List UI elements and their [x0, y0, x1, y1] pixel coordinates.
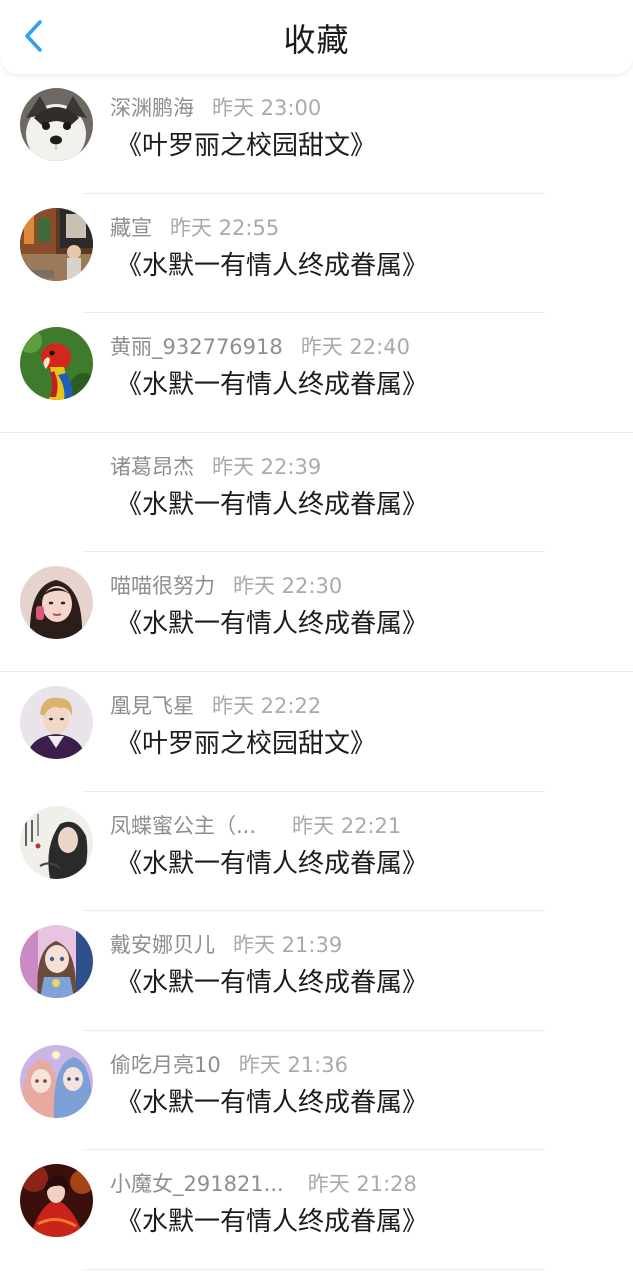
username[interactable]: 小魔女_291821...: [110, 1168, 284, 1198]
list-item[interactable]: 戴安娜贝儿 昨天 21:39 《水默一有情人终成眷属》: [0, 911, 633, 1031]
username[interactable]: 凤蝶蜜公主（...: [110, 810, 256, 840]
item-meta: 偷吃月亮10 昨天 21:36: [110, 1049, 348, 1079]
list-item[interactable]: 诸葛昂杰 昨天 22:39 《水默一有情人终成眷属》: [0, 433, 633, 553]
book-title[interactable]: 《水默一有情人终成眷属》: [116, 1085, 428, 1121]
girl-portrait-avatar[interactable]: [20, 566, 93, 640]
item-meta: 黄丽_932776918 昨天 22:40: [110, 331, 410, 361]
item-meta: 凰見飞星 昨天 22:22: [110, 690, 321, 720]
book-title[interactable]: 《水默一有情人终成眷属》: [116, 846, 428, 882]
timestamp: 昨天 22:39: [212, 454, 322, 479]
timestamp: 昨天 22:55: [170, 215, 280, 240]
timestamp: 昨天 22:22: [212, 693, 322, 718]
boy-portrait-avatar[interactable]: [20, 685, 93, 759]
item-meta: 戴安娜贝儿 昨天 21:39: [110, 929, 342, 959]
username[interactable]: 喵喵很努力: [110, 570, 215, 600]
book-title[interactable]: 《水默一有情人终成眷属》: [116, 606, 428, 642]
book-title[interactable]: 《水默一有情人终成眷属》: [116, 248, 428, 284]
list-item[interactable]: 小魔女_291821... 昨天 21:28 《水默一有情人终成眷属》: [0, 1150, 633, 1270]
page-title: 收藏: [283, 21, 350, 59]
username[interactable]: 戴安娜贝儿: [110, 929, 215, 959]
list-item[interactable]: 凰見飞星 昨天 22:22 《叶罗丽之校园甜文》: [0, 672, 633, 792]
item-meta: 喵喵很努力 昨天 22:30: [110, 570, 342, 600]
username[interactable]: 凰見飞星: [110, 690, 194, 720]
username[interactable]: 偷吃月亮10: [110, 1049, 221, 1079]
timestamp: 昨天 22:21: [292, 813, 402, 838]
username[interactable]: 诸葛昂杰: [110, 451, 194, 481]
timestamp: 昨天 22:30: [233, 574, 343, 599]
list-item[interactable]: 喵喵很努力 昨天 22:30 《水默一有情人终成眷属》: [0, 552, 633, 672]
list-item[interactable]: 藏宣 昨天 22:55 《水默一有情人终成眷属》: [0, 194, 633, 314]
anime-girl-avatar[interactable]: [20, 925, 93, 999]
list-item[interactable]: 偷吃月亮10 昨天 21:36 《水默一有情人终成眷属》: [0, 1031, 633, 1151]
ink-art-avatar[interactable]: [20, 805, 93, 879]
parrot-avatar[interactable]: [20, 327, 93, 401]
husky-dog-avatar[interactable]: [20, 88, 93, 161]
username[interactable]: 藏宣: [110, 212, 152, 242]
anime-pair-avatar[interactable]: [20, 1044, 93, 1118]
book-title[interactable]: 《水默一有情人终成眷属》: [116, 965, 428, 1001]
book-title[interactable]: 《叶罗丽之校园甜文》: [116, 726, 376, 762]
timestamp: 昨天 21:36: [238, 1052, 348, 1077]
book-title[interactable]: 《叶罗丽之校园甜文》: [116, 128, 376, 164]
red-dress-avatar[interactable]: [20, 1164, 93, 1238]
timestamp: 昨天 23:00: [212, 96, 322, 120]
divider: [82, 1268, 545, 1270]
list-item[interactable]: 深渊鹏海 昨天 23:00 《叶罗丽之校园甜文》: [0, 74, 633, 194]
top-bar: 收藏: [0, 0, 633, 74]
item-meta: 诸葛昂杰 昨天 22:39: [110, 451, 321, 481]
list-item[interactable]: 黄丽_932776918 昨天 22:40 《水默一有情人终成眷属》: [0, 313, 633, 433]
timestamp: 昨天 22:40: [300, 335, 410, 360]
item-meta: 凤蝶蜜公主（... 昨天 22:21: [110, 810, 401, 840]
list-item[interactable]: 凤蝶蜜公主（... 昨天 22:21 《水默一有情人终成眷属》: [0, 792, 633, 912]
username[interactable]: 黄丽_932776918: [110, 331, 283, 361]
book-title[interactable]: 《水默一有情人终成眷属》: [116, 487, 428, 523]
username[interactable]: 深渊鹏海: [110, 92, 194, 122]
street-photo-avatar[interactable]: [20, 207, 93, 281]
book-title[interactable]: 《水默一有情人终成眷属》: [116, 367, 428, 403]
timestamp: 昨天 21:39: [233, 933, 343, 958]
book-title[interactable]: 《水默一有情人终成眷属》: [116, 1204, 428, 1240]
item-meta: 藏宣 昨天 22:55: [110, 212, 279, 242]
favorites-list: 深渊鹏海 昨天 23:00 《叶罗丽之校园甜文》 藏宣 昨天 22:55 《水默…: [0, 74, 633, 1270]
item-meta: 深渊鹏海 昨天 23:00: [110, 92, 321, 122]
timestamp: 昨天 21:28: [307, 1172, 417, 1197]
item-meta: 小魔女_291821... 昨天 21:28: [110, 1168, 417, 1198]
